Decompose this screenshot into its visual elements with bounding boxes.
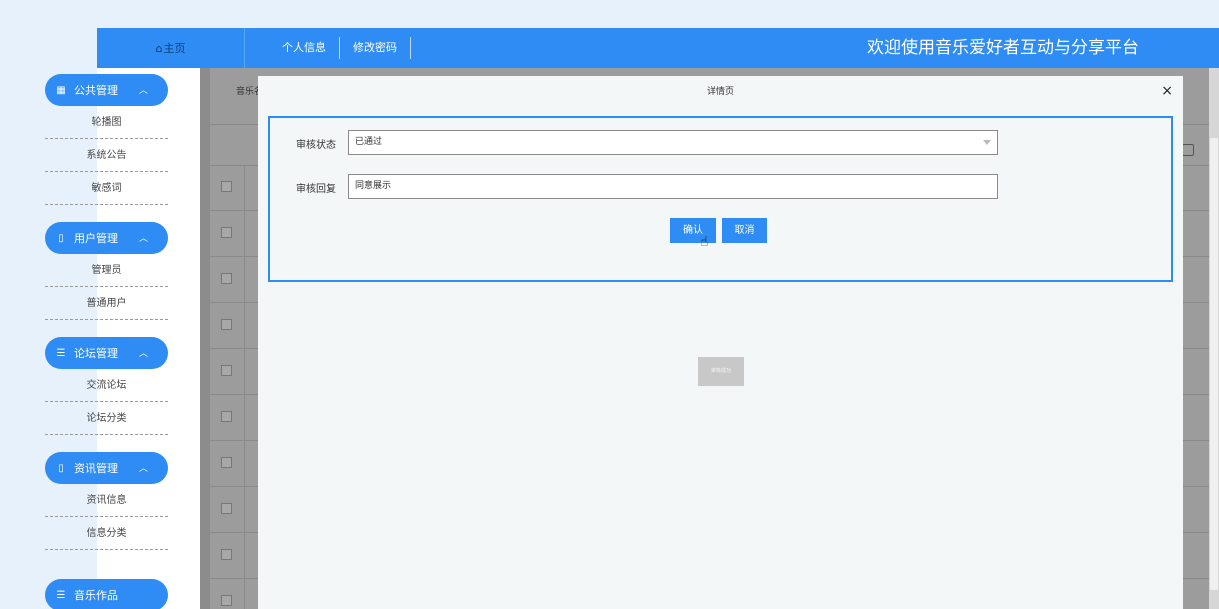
sidebar-group-button-public[interactable]: ▦ 公共管理 ︿ xyxy=(45,74,168,106)
sidebar-item-notice[interactable]: 系统公告 xyxy=(45,139,168,172)
reply-label: 审核回复 xyxy=(296,184,336,195)
sidebar-group-users: ▯ 用户管理 ︿ 管理员 普通用户 xyxy=(45,222,168,320)
scrollbar-thumb[interactable] xyxy=(1210,138,1218,590)
sidebar-item-banner[interactable]: 轮播图 xyxy=(45,106,168,139)
row-checkbox[interactable] xyxy=(221,227,232,238)
home-tab[interactable]: ⌂ 主页 xyxy=(97,28,245,68)
home-label: 主页 xyxy=(163,42,186,55)
sidebar-group-label: 音乐作品 xyxy=(74,589,118,602)
status-select-value: 已通过 xyxy=(355,137,383,147)
sidebar-group-public: ▦ 公共管理 ︿ 轮播图 系统公告 敏感词 xyxy=(45,74,168,205)
top-band xyxy=(0,0,1219,28)
sidebar-group-news: ▯ 资讯管理 ︿ 资讯信息 信息分类 xyxy=(45,452,168,550)
sidebar-group-forum: ☰ 论坛管理 ︿ 交流论坛 论坛分类 xyxy=(45,337,168,435)
status-label: 审核状态 xyxy=(296,140,336,151)
sidebar-item-sensitive-words[interactable]: 敏感词 xyxy=(45,172,168,205)
close-icon[interactable]: × xyxy=(1161,84,1173,98)
chevron-up-icon: ︿ xyxy=(138,86,148,96)
grid-icon: ▦ xyxy=(56,84,66,96)
sidebar-item-users[interactable]: 普通用户 xyxy=(45,287,168,320)
sidebar-item-news-category[interactable]: 信息分类 xyxy=(45,517,168,550)
print-icon[interactable] xyxy=(1182,144,1194,156)
reply-input[interactable]: 同意展示 xyxy=(348,174,998,199)
sidebar-group-button-music[interactable]: ☰ 音乐作品 xyxy=(45,579,168,609)
book-icon: ▯ xyxy=(58,462,64,474)
list-icon: ☰ xyxy=(56,347,66,359)
book-icon: ▯ xyxy=(58,232,64,244)
sidebar: ▦ 公共管理 ︿ 轮播图 系统公告 敏感词 ▯ 用户管理 ︿ 管理员 普通用户 … xyxy=(45,74,168,567)
sidebar-group-music: ☰ 音乐作品 xyxy=(45,579,168,609)
row-checkbox[interactable] xyxy=(221,503,232,514)
detail-modal: 详情页 × 审核状态 已通过 审核回复 同意展示 确认 取消 ☝ 审核成功 xyxy=(258,76,1183,609)
header-bar: ⌂ 主页 个人信息 修改密码 欢迎使用音乐爱好者互动与分享平台 xyxy=(97,28,1219,68)
row-checkbox[interactable] xyxy=(221,365,232,376)
sidebar-group-button-forum[interactable]: ☰ 论坛管理 ︿ xyxy=(45,337,168,369)
table-column-divider xyxy=(244,165,245,609)
top-nav: 个人信息 修改密码 xyxy=(269,28,411,68)
chevron-up-icon: ︿ xyxy=(138,349,148,359)
chevron-up-icon: ︿ xyxy=(138,234,148,244)
cancel-button[interactable]: 取消 xyxy=(722,218,767,243)
nav-personal-info[interactable]: 个人信息 xyxy=(269,37,340,59)
sidebar-group-label: 公共管理 xyxy=(74,84,118,97)
row-checkbox[interactable] xyxy=(221,273,232,284)
list-icon: ☰ xyxy=(56,589,66,601)
sidebar-group-button-news[interactable]: ▯ 资讯管理 ︿ xyxy=(45,452,168,484)
welcome-title: 欢迎使用音乐爱好者互动与分享平台 xyxy=(867,38,1139,58)
row-checkbox[interactable] xyxy=(221,457,232,468)
scrollbar-track[interactable] xyxy=(1209,68,1219,609)
row-checkbox[interactable] xyxy=(221,411,232,422)
success-toast: 审核成功 xyxy=(698,357,744,386)
nav-change-password[interactable]: 修改密码 xyxy=(340,37,411,59)
row-checkbox[interactable] xyxy=(221,181,232,192)
sidebar-group-label: 用户管理 xyxy=(74,232,118,245)
hand-cursor-icon: ☝ xyxy=(700,234,709,250)
row-checkbox[interactable] xyxy=(221,319,232,330)
review-form: 审核状态 已通过 审核回复 同意展示 确认 取消 ☝ xyxy=(268,116,1173,282)
sidebar-group-label: 论坛管理 xyxy=(74,347,118,360)
sidebar-item-news[interactable]: 资讯信息 xyxy=(45,484,168,517)
sidebar-item-forum[interactable]: 交流论坛 xyxy=(45,369,168,402)
row-checkbox[interactable] xyxy=(221,595,232,606)
home-icon: ⌂ xyxy=(155,41,163,55)
modal-title: 详情页 xyxy=(706,87,734,97)
sidebar-item-admins[interactable]: 管理员 xyxy=(45,254,168,287)
row-checkbox[interactable] xyxy=(221,549,232,560)
caret-down-icon xyxy=(983,140,991,145)
sidebar-group-label: 资讯管理 xyxy=(74,462,118,475)
sidebar-group-button-users[interactable]: ▯ 用户管理 ︿ xyxy=(45,222,168,254)
status-select[interactable]: 已通过 xyxy=(348,130,998,155)
confirm-button[interactable]: 确认 xyxy=(670,218,716,243)
sidebar-item-forum-category[interactable]: 论坛分类 xyxy=(45,402,168,435)
chevron-up-icon: ︿ xyxy=(138,464,148,474)
